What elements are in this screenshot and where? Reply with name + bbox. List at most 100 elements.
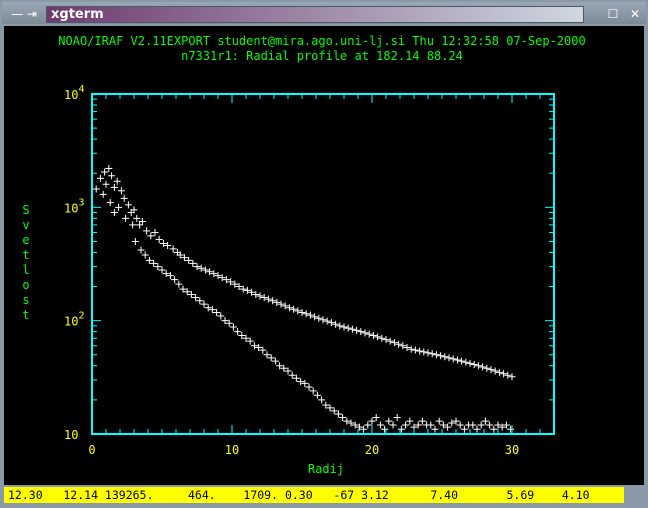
data-point bbox=[479, 363, 487, 371]
data-point bbox=[504, 371, 512, 379]
data-point bbox=[206, 268, 214, 276]
data-point bbox=[200, 300, 208, 308]
data-point bbox=[466, 359, 474, 367]
data-point bbox=[120, 194, 128, 202]
data-point bbox=[301, 379, 309, 387]
data-point bbox=[395, 340, 403, 348]
plot-frame bbox=[91, 93, 555, 435]
y-tick-label: 104 bbox=[64, 84, 84, 102]
data-point bbox=[470, 361, 478, 369]
data-point bbox=[302, 310, 310, 318]
data-point bbox=[507, 425, 515, 433]
data-point bbox=[150, 259, 158, 267]
data-point bbox=[131, 237, 139, 245]
data-point bbox=[487, 366, 495, 374]
y-axis-label-char: o bbox=[22, 278, 29, 292]
y-axis-label: Svetlost bbox=[22, 203, 29, 322]
data-point bbox=[171, 276, 179, 284]
y-tick-base: 10 bbox=[64, 201, 78, 215]
data-point bbox=[250, 342, 258, 350]
data-point bbox=[481, 417, 489, 425]
x-axis-label: Radij bbox=[308, 462, 344, 476]
data-point bbox=[357, 328, 365, 336]
y-axis-label-char: S bbox=[22, 203, 29, 217]
y-tick-base: 10 bbox=[64, 428, 78, 442]
data-point bbox=[376, 421, 384, 429]
data-point bbox=[483, 364, 491, 372]
data-point bbox=[271, 357, 279, 365]
data-point bbox=[124, 201, 132, 209]
close-button[interactable]: ✕ bbox=[627, 6, 643, 22]
data-point bbox=[101, 168, 109, 176]
data-point bbox=[458, 357, 466, 365]
data-point bbox=[263, 351, 271, 359]
data-point bbox=[353, 326, 361, 334]
data-point bbox=[285, 304, 293, 312]
data-point bbox=[374, 333, 382, 341]
data-point bbox=[411, 346, 419, 354]
window-menu-button[interactable]: — ⇥ bbox=[6, 6, 42, 22]
y-tick-exponent: 3 bbox=[78, 197, 84, 208]
data-point bbox=[197, 264, 205, 272]
y-axis-label-char: e bbox=[22, 233, 29, 247]
data-point bbox=[105, 165, 113, 173]
y-tick-label: 103 bbox=[64, 197, 84, 215]
data-point bbox=[435, 417, 443, 425]
status-bar-end bbox=[624, 487, 644, 503]
data-point bbox=[365, 330, 373, 338]
y-axis-label-char: s bbox=[22, 293, 29, 307]
data-point bbox=[229, 323, 237, 331]
y-tick-label: 10 bbox=[64, 428, 78, 442]
data-point bbox=[486, 421, 494, 429]
data-point bbox=[424, 349, 432, 357]
data-point bbox=[456, 421, 464, 429]
data-point bbox=[330, 407, 338, 415]
terminal-area[interactable]: NOAO/IRAF V2.11EXPORT student@mira.ago.u… bbox=[4, 26, 644, 485]
title-bar[interactable]: — ⇥ xgterm ☐ ✕ bbox=[2, 2, 646, 24]
data-point bbox=[500, 370, 508, 378]
data-point bbox=[428, 350, 436, 358]
data-point bbox=[495, 368, 503, 376]
x-tick-label: 0 bbox=[88, 443, 95, 457]
y-tick-base: 10 bbox=[64, 88, 78, 102]
data-point bbox=[418, 417, 426, 425]
data-point bbox=[469, 421, 477, 429]
data-point bbox=[264, 295, 272, 303]
data-point bbox=[309, 387, 317, 395]
minimize-button[interactable]: ☐ bbox=[605, 6, 621, 22]
y-axis-label-char: t bbox=[22, 308, 29, 322]
data-point bbox=[389, 421, 397, 429]
data-point bbox=[386, 337, 394, 345]
data-point bbox=[462, 358, 470, 366]
data-point bbox=[234, 328, 242, 336]
data-point bbox=[437, 352, 445, 360]
data-point bbox=[292, 374, 300, 382]
data-point bbox=[154, 263, 162, 271]
data-point bbox=[449, 355, 457, 363]
data-point bbox=[256, 292, 264, 300]
data-point bbox=[281, 302, 289, 310]
data-point bbox=[344, 324, 352, 332]
title-field[interactable]: xgterm bbox=[46, 6, 584, 23]
data-point bbox=[193, 263, 201, 271]
data-point bbox=[290, 305, 298, 313]
data-point bbox=[364, 421, 372, 429]
data-point bbox=[473, 425, 481, 433]
data-point bbox=[340, 323, 348, 331]
data-point bbox=[403, 343, 411, 351]
data-point bbox=[141, 251, 149, 259]
data-point bbox=[372, 413, 380, 421]
data-point bbox=[297, 378, 305, 386]
data-point bbox=[382, 336, 390, 344]
x-tick-labels: 0 10 20 30 bbox=[88, 443, 519, 457]
data-point bbox=[420, 348, 428, 356]
y-tick-labels: 10410310210 bbox=[64, 84, 84, 442]
y-axis-label-char: l bbox=[22, 263, 29, 277]
data-point bbox=[175, 280, 183, 288]
data-point bbox=[323, 317, 331, 325]
data-point bbox=[192, 294, 200, 302]
y-tick-base: 10 bbox=[64, 315, 78, 329]
data-point bbox=[151, 228, 159, 236]
data-point bbox=[336, 322, 344, 330]
scatter-points bbox=[92, 165, 516, 433]
